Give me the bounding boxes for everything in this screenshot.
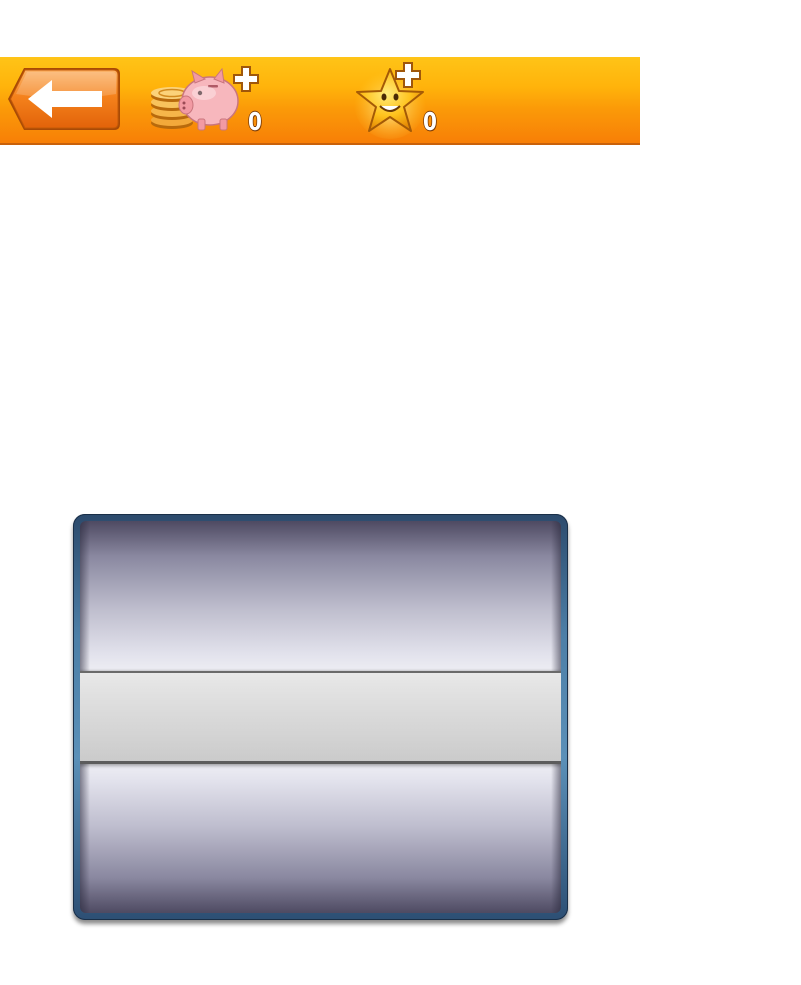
picker-selection-bar	[80, 671, 561, 764]
back-button[interactable]	[6, 66, 122, 132]
stars-counter[interactable]: 0	[352, 57, 452, 143]
left-arrow-icon	[8, 68, 120, 130]
picker-wheel[interactable]	[80, 521, 561, 913]
drum-picker[interactable]	[73, 514, 568, 920]
coins-counter[interactable]: 0	[150, 57, 270, 143]
coins-count: 0	[248, 107, 262, 136]
top-toolbar: 0 0	[0, 57, 640, 145]
stars-count: 0	[423, 107, 437, 136]
piggy-bank-icon	[151, 66, 259, 131]
star-icon	[354, 62, 426, 139]
